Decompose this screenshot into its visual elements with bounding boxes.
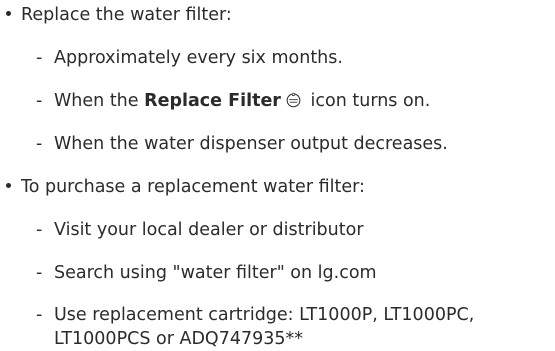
dash-marker: -: [36, 305, 43, 325]
sub-item-replacement-cartridge: - Use replacement cartridge: LT1000P, LT…: [36, 303, 524, 351]
sub-item-text: Visit your local dealer or distributor: [54, 220, 364, 240]
replace-filter-label: Replace Filter: [144, 91, 281, 111]
bullet-dot-icon: [6, 183, 11, 188]
sub-item-text: Use replacement cartridge: LT1000P, LT10…: [54, 305, 475, 349]
sub-item-replace-filter-icon: - When the Replace Filter icon turns on.: [36, 90, 430, 112]
dash-marker: -: [36, 48, 43, 68]
bullet-item-replace-filter: Replace the water filter:: [6, 4, 232, 26]
sub-item-text-after: icon turns on.: [304, 91, 431, 111]
sub-item-visit-dealer: - Visit your local dealer or distributor: [36, 219, 364, 241]
sub-item-output-decreases: - When the water dispenser output decrea…: [36, 133, 448, 155]
bullet-dot-icon: [6, 11, 11, 16]
sub-item-text: When the water dispenser output decrease…: [54, 134, 448, 154]
sub-item-text: Search using "water filter" on lg.com: [54, 263, 377, 283]
dash-marker: -: [36, 263, 43, 283]
dash-marker: -: [36, 91, 43, 111]
section1-heading: Replace the water filter:: [21, 5, 232, 25]
sub-item-search-lg: - Search using "water filter" on lg.com: [36, 262, 377, 284]
sub-item-text: When the Replace Filter icon turns on.: [54, 90, 430, 112]
section2-heading: To purchase a replacement water filter:: [21, 177, 365, 197]
dash-marker: -: [36, 220, 43, 240]
bullet-item-purchase-filter: To purchase a replacement water filter:: [6, 176, 365, 198]
replace-filter-icon: [286, 92, 301, 108]
document-page: Replace the water filter: - Approximatel…: [0, 0, 555, 349]
sub-item-six-months: - Approximately every six months.: [36, 47, 343, 69]
sub-item-text-before: When the: [54, 91, 145, 111]
dash-marker: -: [36, 134, 43, 154]
sub-item-text: Approximately every six months.: [54, 48, 343, 68]
